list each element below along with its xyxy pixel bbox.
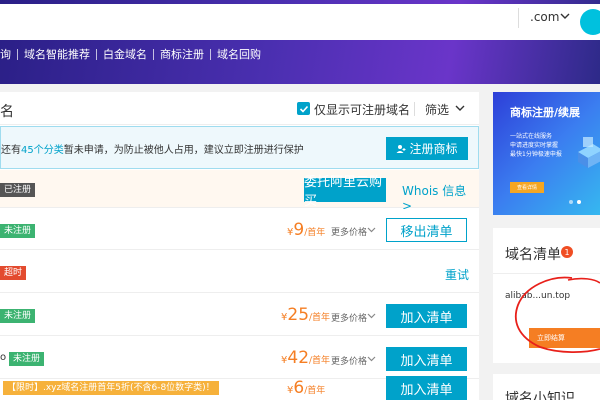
chevron-down-icon[interactable] xyxy=(367,313,376,319)
results-header: 名 仅显示可注册域名 筛选 xyxy=(0,92,479,125)
available-only-label[interactable]: 仅显示可注册域名 xyxy=(314,101,410,118)
divider xyxy=(493,273,600,274)
carousel-dot-active[interactable] xyxy=(577,200,581,204)
price-value: 42 xyxy=(287,348,310,368)
register-trademark-button[interactable]: 注册商标 xyxy=(386,137,468,160)
price: ¥25/首年 xyxy=(281,305,330,325)
price: ¥42/首年 xyxy=(281,348,330,368)
result-row: 已注册 委托阿里云购买 Whois 信息 > xyxy=(0,170,479,213)
price-unit: /首年 xyxy=(309,356,331,366)
available-only-checkbox[interactable] xyxy=(297,102,310,115)
retry-link[interactable]: 重试 xyxy=(445,266,469,283)
status-badge: 已注册 xyxy=(0,183,36,197)
result-row: 未注册 ¥25/首年 更多价格 加入清单 xyxy=(0,294,479,336)
add-to-list-button[interactable]: 加入清单 xyxy=(386,376,467,400)
price: ¥9/首年 xyxy=(287,220,325,240)
broker-purchase-button[interactable]: 委托阿里云购买 xyxy=(304,175,386,209)
ad-line: 申请进度实时掌握 xyxy=(510,142,559,149)
search-divider xyxy=(518,8,519,28)
carousel-dot[interactable] xyxy=(569,200,573,204)
price-unit: /首年 xyxy=(309,313,331,323)
notice-suffix: 暂未申请，为防止被他人占用，建议立即注册进行保护 xyxy=(63,145,304,156)
status-badge: 未注册 xyxy=(9,352,45,366)
price-unit: /首年 xyxy=(304,228,326,238)
chevron-down-icon[interactable] xyxy=(367,227,376,233)
user-plus-icon xyxy=(396,144,406,153)
more-prices-link[interactable]: 更多价格 xyxy=(331,354,367,367)
domain-knowledge-title: 域名小知识 xyxy=(505,391,575,400)
domain-list-title: 域名清单 xyxy=(505,247,561,263)
results-panel: 名 仅显示可注册域名 筛选 还有45个分类暂未申请，为防止被他人占用，建议立即注… xyxy=(0,92,479,400)
domain-name-fragment: o xyxy=(0,352,7,363)
nav-item-buyback[interactable]: 域名回购 xyxy=(217,46,261,62)
price: ¥6/首年 xyxy=(287,378,325,398)
chevron-down-icon[interactable] xyxy=(367,356,376,362)
red-annotation-circle xyxy=(514,276,600,354)
domain-knowledge-panel: 域名小知识 xyxy=(493,374,600,400)
check-icon xyxy=(299,105,309,113)
register-trademark-label: 注册商标 xyxy=(409,142,458,156)
notice-text: 还有45个分类暂未申请，为防止被他人占用，建议立即注册进行保护 xyxy=(1,141,304,156)
filter-button[interactable]: 筛选 xyxy=(425,101,449,118)
filter-divider xyxy=(414,102,415,116)
add-to-list-button[interactable]: 加入清单 xyxy=(386,304,467,328)
status-badge: 未注册 xyxy=(0,309,36,323)
chevron-down-icon[interactable] xyxy=(455,105,465,112)
results-title: 名 xyxy=(0,104,14,120)
result-row: 超时 重试 xyxy=(0,251,479,293)
price-unit: /首年 xyxy=(304,386,326,396)
more-prices-link[interactable]: 更多价格 xyxy=(331,225,367,238)
result-row: o 未注册 ¥42/首年 更多价格 加入清单 xyxy=(0,337,479,379)
nav-divider xyxy=(17,48,18,60)
result-row: 未注册 ¥9/首年 更多价格 移出清单 xyxy=(0,209,479,250)
ad-line: 最快1分钟极速申报 xyxy=(510,151,562,158)
trademark-notice: 还有45个分类暂未申请，为防止被他人占用，建议立即注册进行保护 注册商标 xyxy=(0,126,479,169)
ad-line: 一站式在线服务 xyxy=(510,133,553,140)
promo-badge: 【限时】.xyz域名注册首年5折(不含6-8位数字类)！ xyxy=(3,381,219,395)
ad-description: 一站式在线服务 申请进度实时掌握 最快1分钟极速申报 xyxy=(510,132,562,159)
price-value: 9 xyxy=(293,220,305,240)
nav-divider xyxy=(153,48,154,60)
isometric-illustration-icon xyxy=(578,137,600,168)
notice-category-link[interactable]: 45个分类 xyxy=(21,145,64,156)
result-row: 【限时】.xyz域名注册首年5折(不含6-8位数字类)！ ¥6/首年 加入清单 xyxy=(0,376,479,400)
nav-item-smart-recommend[interactable]: 域名智能推荐 xyxy=(24,46,90,62)
search-button[interactable] xyxy=(580,4,600,40)
status-badge: 未注册 xyxy=(0,224,36,238)
suffix-select[interactable]: .com xyxy=(530,10,559,24)
top-nav: 询 域名智能推荐 白金域名 商标注册 域名回购 xyxy=(0,45,261,63)
nav-item-trademark[interactable]: 商标注册 xyxy=(160,46,204,62)
more-prices-link[interactable]: 更多价格 xyxy=(331,311,367,324)
price-value: 25 xyxy=(287,305,310,325)
nav-divider xyxy=(96,48,97,60)
remove-from-list-button[interactable]: 移出清单 xyxy=(386,218,467,242)
nav-item-query[interactable]: 询 xyxy=(0,46,11,62)
add-to-list-button[interactable]: 加入清单 xyxy=(386,347,467,371)
search-icon[interactable] xyxy=(580,9,600,35)
status-badge: 超时 xyxy=(0,266,27,280)
nav-item-premium-domain[interactable]: 白金域名 xyxy=(103,46,147,62)
price-value: 6 xyxy=(293,378,305,398)
count-badge: 1 xyxy=(561,246,573,258)
ad-title: 商标注册/续展 xyxy=(510,106,581,119)
domain-search-input[interactable] xyxy=(0,4,582,40)
trademark-ad-banner[interactable]: 商标注册/续展 一站式在线服务 申请进度实时掌握 最快1分钟极速申报 查看详情 xyxy=(493,92,600,215)
chevron-down-icon[interactable] xyxy=(560,12,570,20)
top-banner: .com 询 域名智能推荐 白金域名 商标注册 域名回购 xyxy=(0,0,600,84)
nav-divider xyxy=(210,48,211,60)
ad-details-button[interactable]: 查看详情 xyxy=(510,182,544,193)
notice-prefix: 还有 xyxy=(1,145,21,156)
